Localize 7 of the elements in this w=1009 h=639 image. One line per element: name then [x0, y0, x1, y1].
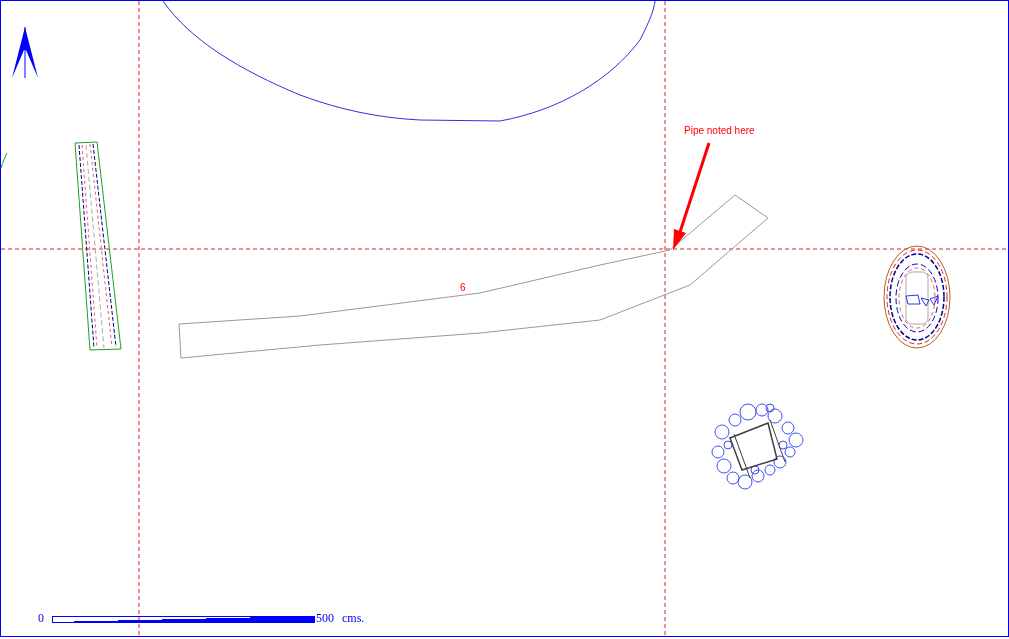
scale-start-label: 0	[38, 612, 44, 624]
scale-unit-label: cms.	[342, 612, 365, 624]
boundary-curve	[0, 152, 8, 169]
feature-label: 6	[460, 283, 466, 293]
north-arrow-icon	[12, 26, 38, 79]
annotation-label: Pipe noted here	[684, 126, 755, 136]
scale-end-label: 500	[316, 612, 334, 624]
